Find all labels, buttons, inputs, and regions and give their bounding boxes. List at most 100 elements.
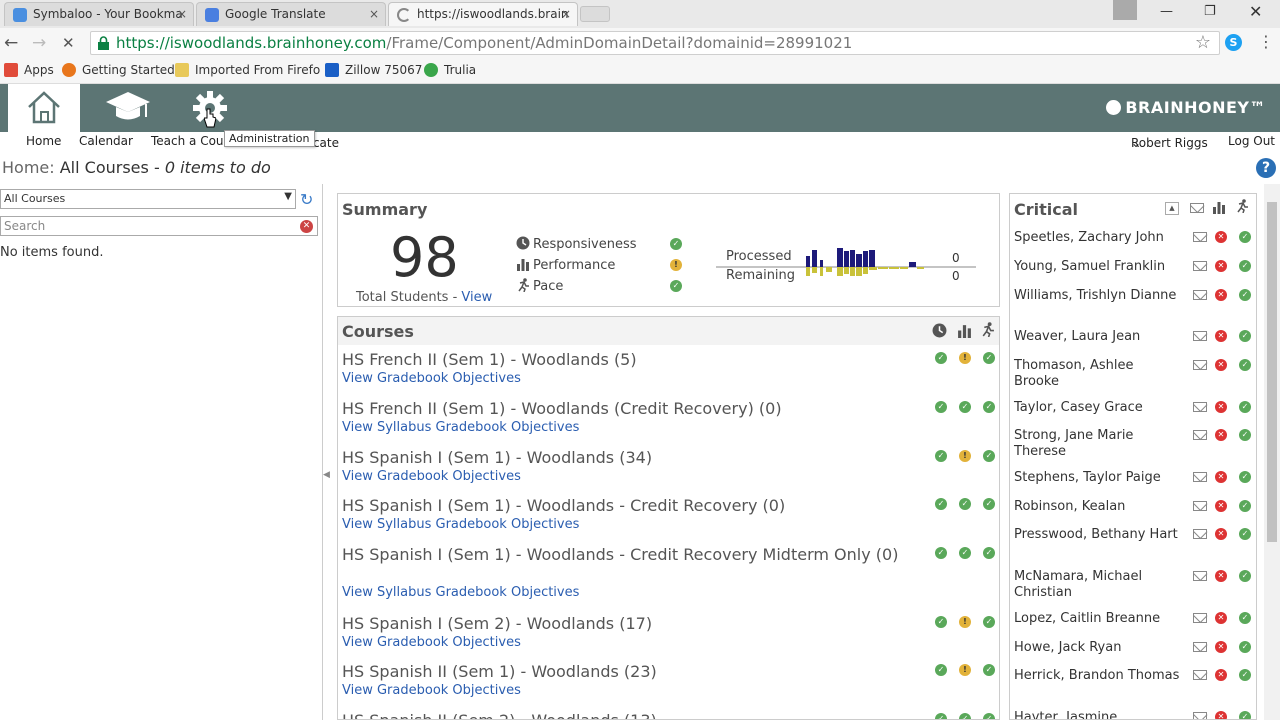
email-icon[interactable] — [1193, 430, 1207, 440]
bookmark-imported[interactable]: Imported From Firefo — [175, 63, 320, 77]
breadcrumb-home[interactable]: Home: — [2, 158, 55, 177]
collapse-icon[interactable]: ▲ — [1165, 202, 1179, 215]
email-icon[interactable] — [1193, 331, 1207, 341]
close-icon[interactable]: × — [369, 7, 379, 21]
clock-icon[interactable] — [932, 323, 947, 338]
course-links[interactable]: View Gradebook Objectives — [342, 635, 521, 650]
course-links[interactable]: View Syllabus Gradebook Objectives — [342, 517, 579, 532]
bar-chart-icon[interactable] — [1212, 200, 1226, 214]
clear-search-icon[interactable]: ✕ — [300, 220, 313, 233]
scrollbar-thumb[interactable] — [1267, 202, 1277, 542]
close-icon[interactable]: × — [561, 7, 571, 21]
bookmark-apps[interactable]: Apps — [4, 63, 54, 77]
email-icon[interactable] — [1193, 529, 1207, 539]
student-name[interactable]: Stephens, Taylor Paige — [1014, 470, 1182, 486]
address-bar[interactable]: https://iswoodlands.brainhoney.com/Frame… — [90, 31, 1220, 55]
window-close-icon[interactable]: ✕ — [1249, 2, 1262, 21]
restore-icon[interactable]: ❐ — [1204, 4, 1216, 19]
email-icon[interactable] — [1193, 613, 1207, 623]
student-name[interactable]: Lopez, Caitlin Breanne — [1014, 611, 1182, 627]
back-icon[interactable]: ← — [4, 33, 18, 53]
course-title[interactable]: HS Spanish II (Sem 2) - Woodlands (13) — [342, 710, 932, 719]
course-title[interactable]: HS French II (Sem 1) - Woodlands (Credit… — [342, 398, 932, 419]
skype-icon[interactable]: S — [1225, 34, 1242, 51]
course-links[interactable]: View Gradebook Objectives — [342, 683, 521, 698]
email-icon[interactable] — [1193, 712, 1207, 719]
email-icon[interactable] — [1193, 642, 1207, 652]
course-links[interactable]: View Gradebook Objectives — [342, 371, 521, 386]
email-icon[interactable] — [1193, 472, 1207, 482]
status-ok-icon: ✓ — [959, 401, 971, 413]
tab-google-translate[interactable]: Google Translate × — [196, 2, 386, 26]
email-icon[interactable] — [1193, 232, 1207, 242]
menu-icon[interactable]: ⋮ — [1258, 32, 1274, 51]
mouse-cursor-icon — [204, 108, 216, 128]
search-input[interactable]: Search ✕ — [0, 216, 318, 236]
status-ok-icon: ✓ — [670, 280, 682, 292]
student-name[interactable]: Taylor, Casey Grace — [1014, 400, 1182, 416]
student-name[interactable]: Herrick, Brandon Thomas — [1014, 668, 1182, 684]
student-name[interactable]: Strong, Jane Marie Therese — [1014, 428, 1182, 460]
app-header: BRAINHONEY™ — [0, 84, 1280, 132]
splitter-handle[interactable]: ◀ — [323, 470, 330, 480]
todo-count: 0 items to do — [164, 158, 271, 177]
email-icon[interactable] — [1193, 571, 1207, 581]
tab-symbaloo[interactable]: Symbaloo - Your Bookma × — [4, 2, 194, 26]
bar-chart-icon[interactable] — [957, 323, 972, 338]
student-name[interactable]: Hayter, Jasmine — [1014, 710, 1182, 719]
course-title[interactable]: HS Spanish I (Sem 2) - Woodlands (17) — [342, 613, 932, 634]
page-scrollbar[interactable] — [1264, 184, 1280, 720]
menu-home[interactable]: Home — [26, 134, 61, 148]
email-icon[interactable] — [1193, 501, 1207, 511]
email-icon[interactable] — [1193, 290, 1207, 300]
course-select[interactable]: All Courses ▼ — [0, 189, 296, 209]
email-icon[interactable] — [1193, 360, 1207, 370]
menu-calendar[interactable]: Calendar — [79, 134, 133, 148]
star-icon[interactable]: ☆ — [1195, 32, 1211, 53]
minimize-icon[interactable]: — — [1160, 4, 1173, 19]
email-icon[interactable] — [1193, 402, 1207, 412]
bookmark-zillow[interactable]: Zillow 75067 — [325, 63, 422, 77]
course-links[interactable]: View Syllabus Gradebook Objectives — [342, 585, 579, 600]
bookmark-getting-started[interactable]: Getting Started — [62, 63, 175, 77]
view-link[interactable]: View — [461, 290, 492, 305]
new-tab-button[interactable] — [580, 6, 610, 22]
student-name[interactable]: Howe, Jack Ryan — [1014, 640, 1182, 656]
student-name[interactable]: Weaver, Laura Jean — [1014, 329, 1182, 345]
home-icon — [28, 91, 60, 124]
student-name[interactable]: Williams, Trishlyn Dianne — [1014, 288, 1182, 304]
runner-icon[interactable] — [1235, 199, 1249, 213]
forward-icon[interactable]: → — [32, 33, 46, 53]
tab-active[interactable]: https://iswoodlands.brain × — [388, 2, 578, 26]
student-name[interactable]: Thomason, Ashlee Brooke — [1014, 358, 1182, 390]
stop-icon[interactable]: ✕ — [62, 34, 75, 52]
course-title[interactable]: HS Spanish I (Sem 1) - Woodlands - Credi… — [342, 544, 932, 565]
home-tile[interactable] — [8, 84, 80, 132]
email-icon[interactable] — [1193, 670, 1207, 680]
runner-icon[interactable] — [980, 322, 995, 337]
email-all-icon[interactable] — [1190, 203, 1204, 213]
course-title[interactable]: HS Spanish I (Sem 1) - Woodlands (34) — [342, 447, 932, 468]
close-icon[interactable]: × — [177, 7, 187, 21]
course-title[interactable]: HS Spanish II (Sem 1) - Woodlands (23) — [342, 661, 932, 682]
student-name[interactable]: McNamara, Michael Christian — [1014, 569, 1182, 601]
logout-link[interactable]: Log Out — [1228, 134, 1275, 148]
student-name[interactable]: Young, Samuel Franklin — [1014, 259, 1182, 275]
menu-teach[interactable]: Teach a Cou — [151, 134, 224, 148]
student-name[interactable]: Presswood, Bethany Hart — [1014, 527, 1182, 543]
profile-icon[interactable] — [1113, 0, 1137, 20]
course-title[interactable]: HS French II (Sem 1) - Woodlands (5) — [342, 349, 932, 370]
graduation-cap-icon[interactable] — [104, 90, 152, 124]
student-name[interactable]: Speetles, Zachary John — [1014, 230, 1182, 246]
status-ok-icon: ✓ — [1239, 401, 1251, 413]
help-icon[interactable]: ? — [1256, 158, 1276, 178]
course-links[interactable]: View Gradebook Objectives — [342, 469, 521, 484]
course-links[interactable]: View Syllabus Gradebook Objectives — [342, 420, 579, 435]
status-ok-icon: ✓ — [1239, 641, 1251, 653]
course-title[interactable]: HS Spanish I (Sem 1) - Woodlands - Credi… — [342, 495, 932, 516]
bookmark-trulia[interactable]: Trulia — [424, 63, 476, 77]
email-icon[interactable] — [1193, 261, 1207, 271]
summary-panel: Summary 98 Total Students - View Respons… — [337, 193, 1000, 307]
student-name[interactable]: Robinson, Kealan — [1014, 499, 1182, 515]
refresh-icon[interactable]: ↻ — [300, 190, 313, 209]
